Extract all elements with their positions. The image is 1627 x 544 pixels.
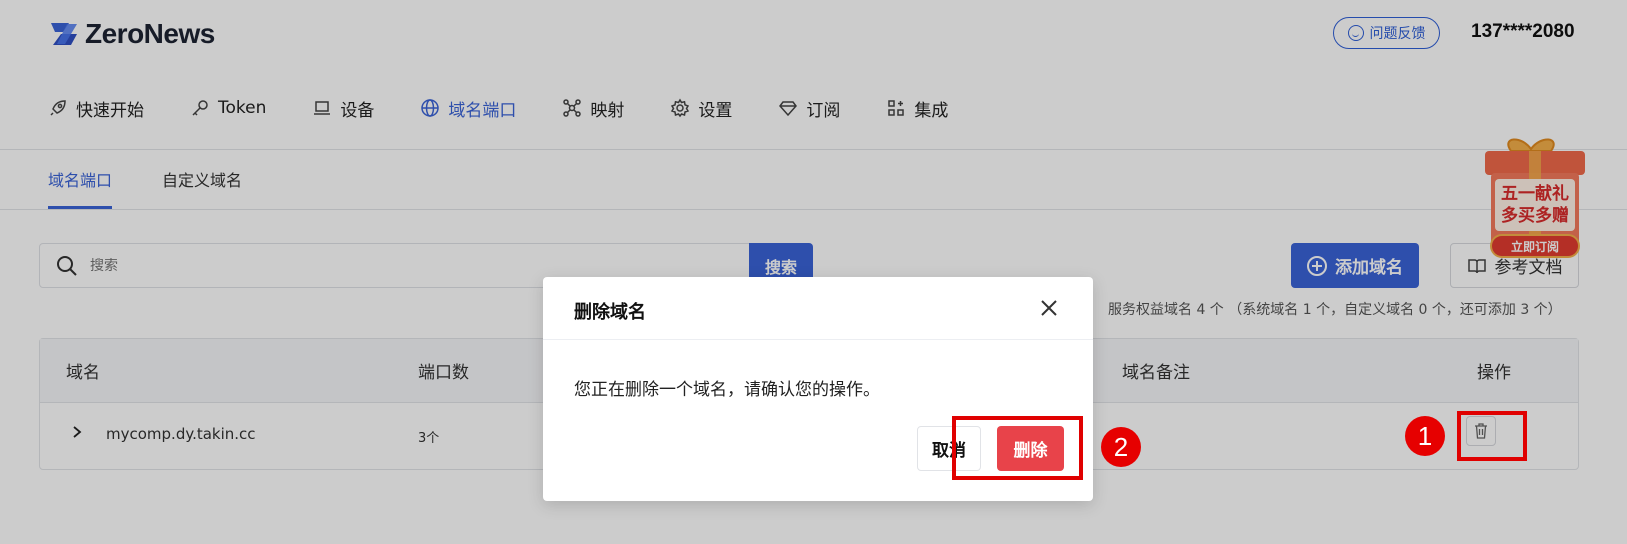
dialog-title: 删除域名 <box>574 302 646 323</box>
page: ZeroNews 问题反馈 137****2080 快速开始 Token 设备 … <box>0 0 1627 544</box>
close-icon[interactable] <box>1038 297 1060 319</box>
dialog-header: 删除域名 <box>543 277 1093 340</box>
step-badge-2: 2 <box>1101 427 1141 467</box>
step-badge-1: 1 <box>1405 416 1445 456</box>
highlight-box-step2 <box>952 416 1083 480</box>
highlight-box-step1 <box>1457 411 1527 461</box>
dialog-message: 您正在删除一个域名，请确认您的操作。 <box>574 380 880 400</box>
